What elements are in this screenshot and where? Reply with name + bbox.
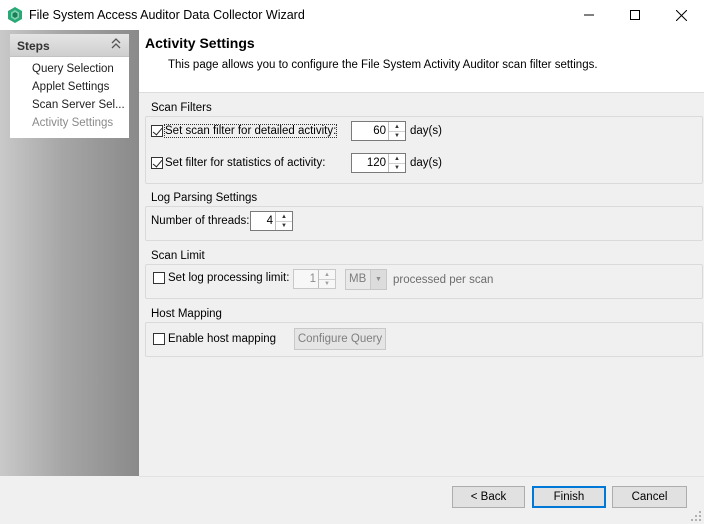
window-title: File System Access Auditor Data Collecto… — [29, 8, 305, 22]
threads-value: 4 — [266, 215, 273, 227]
enable-host-mapping-label[interactable]: Enable host mapping — [168, 333, 276, 345]
detailed-activity-unit: day(s) — [410, 125, 442, 137]
threads-label: Number of threads: — [151, 215, 250, 227]
statistics-activity-label[interactable]: Set filter for statistics of activity: — [165, 157, 325, 169]
statistics-activity-checkbox[interactable] — [151, 157, 163, 169]
log-processing-limit-label[interactable]: Set log processing limit: — [168, 272, 289, 284]
log-parsing-group: Log Parsing Settings Number of threads: … — [145, 192, 703, 242]
host-mapping-group: Host Mapping Enable host mapping Configu… — [145, 308, 703, 358]
maximize-button[interactable] — [612, 0, 658, 30]
page-header: Activity Settings This page allows you t… — [139, 30, 704, 93]
page-description: This page allows you to configure the Fi… — [168, 59, 598, 71]
step-applet-settings[interactable]: Applet Settings — [32, 81, 127, 93]
threads-spinner[interactable]: 4 ▲ ▼ — [250, 211, 293, 231]
configure-query-button[interactable]: Configure Query — [294, 328, 386, 350]
scan-filters-group: Scan Filters Set scan filter for detaile… — [145, 102, 703, 184]
detailed-activity-days-spinner[interactable]: 60 ▲ ▼ — [351, 121, 406, 141]
back-button[interactable]: < Back — [452, 486, 525, 508]
scan-filters-label: Scan Filters — [151, 102, 212, 114]
maximize-icon — [630, 10, 640, 20]
scan-limit-label: Scan Limit — [151, 250, 205, 262]
step-scan-server-selection[interactable]: Scan Server Sel... — [32, 99, 127, 111]
app-icon — [8, 7, 22, 23]
limit-unit-selected: MB — [349, 273, 367, 285]
chevron-down-icon[interactable]: ▼ — [370, 270, 386, 289]
collapse-icon[interactable] — [111, 38, 121, 50]
limit-unit-select[interactable]: MB ▼ — [345, 269, 387, 290]
steps-title: Steps — [17, 39, 50, 53]
detailed-activity-days-value: 60 — [373, 125, 386, 137]
steps-header[interactable]: Steps — [10, 34, 129, 57]
scan-limit-group: Scan Limit Set log processing limit: 1 ▲… — [145, 250, 703, 300]
step-activity-settings[interactable]: Activity Settings — [32, 117, 127, 129]
cancel-button[interactable]: Cancel — [612, 486, 687, 508]
minimize-button[interactable] — [566, 0, 612, 30]
statistics-activity-days-value: 120 — [366, 157, 386, 169]
spinner-down-icon[interactable]: ▼ — [389, 131, 405, 140]
spinner-arrows: ▲ ▼ — [388, 154, 405, 172]
step-query-selection[interactable]: Query Selection — [32, 63, 127, 75]
host-mapping-label: Host Mapping — [151, 308, 222, 320]
log-processing-limit-spinner[interactable]: 1 ▲ ▼ — [293, 269, 336, 289]
title-bar: File System Access Auditor Data Collecto… — [0, 0, 704, 30]
resize-grip-icon[interactable] — [690, 510, 702, 522]
finish-button[interactable]: Finish — [532, 486, 606, 508]
close-button[interactable] — [658, 0, 704, 30]
log-parsing-label: Log Parsing Settings — [151, 192, 258, 204]
spinner-arrows: ▲ ▼ — [318, 270, 335, 288]
statistics-activity-days-spinner[interactable]: 120 ▲ ▼ — [351, 153, 406, 173]
spinner-arrows: ▲ ▼ — [275, 212, 292, 230]
processed-per-scan-label: processed per scan — [393, 274, 494, 286]
spinner-arrows: ▲ ▼ — [388, 122, 405, 140]
close-icon — [675, 9, 687, 21]
page-title: Activity Settings — [145, 35, 255, 51]
minimize-icon — [584, 14, 594, 16]
detailed-activity-checkbox[interactable] — [151, 125, 163, 137]
enable-host-mapping-checkbox[interactable] — [153, 333, 165, 345]
footer-divider — [139, 476, 704, 477]
spinner-down-icon[interactable]: ▼ — [319, 279, 335, 288]
steps-panel: Steps Query Selection Applet Settings Sc… — [10, 34, 129, 138]
detailed-activity-label[interactable]: Set scan filter for detailed activity: — [163, 124, 338, 138]
spinner-down-icon[interactable]: ▼ — [276, 221, 292, 230]
spinner-down-icon[interactable]: ▼ — [389, 163, 405, 172]
log-processing-limit-value: 1 — [309, 273, 316, 285]
statistics-activity-unit: day(s) — [410, 157, 442, 169]
log-processing-limit-checkbox[interactable] — [153, 272, 165, 284]
